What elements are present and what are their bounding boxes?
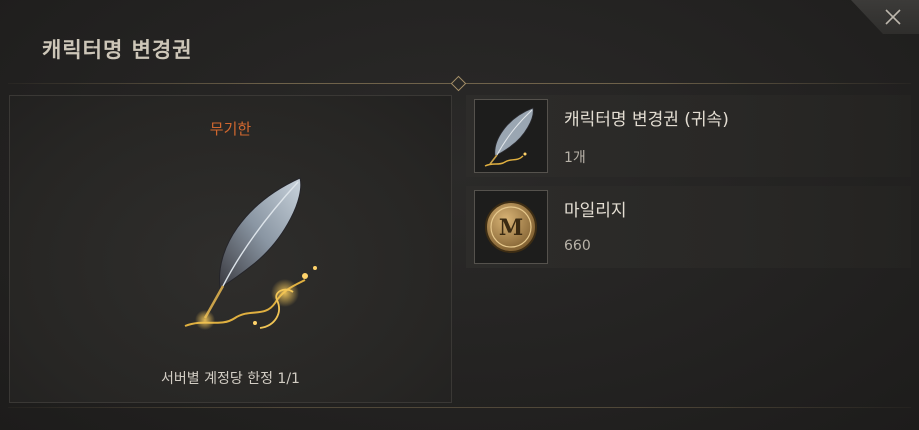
close-button[interactable] <box>851 0 919 34</box>
item-preview-panel: 무기한 서버별 계정당 한정 1/1 <box>9 95 452 403</box>
quill-feather-icon <box>474 99 548 173</box>
coin-letter: M <box>499 215 523 241</box>
dialog-title: 캐릭터명 변경권 <box>42 38 193 62</box>
quill-feather-icon <box>165 168 335 338</box>
item-count: 1개 <box>564 150 586 166</box>
dialog-window: 캐릭터명 변경권 무기한 서버별 계정당 한정 1/1 캐릭터명 변경권 (귀속… <box>0 0 919 430</box>
list-item-mileage[interactable]: M 마일리지 660 <box>466 186 911 268</box>
mileage-coin-icon: M <box>474 190 548 264</box>
rarity-label: 무기한 <box>209 120 252 138</box>
purchase-limit-text: 서버별 계정당 한정 1/1 <box>161 371 300 387</box>
item-name: 캐릭터명 변경권 (귀속) <box>564 110 729 130</box>
item-count: 660 <box>564 238 591 254</box>
list-item-name-change-ticket[interactable]: 캐릭터명 변경권 (귀속) 1개 <box>466 95 911 177</box>
divider-ornament <box>450 75 467 92</box>
item-name: 마일리지 <box>564 201 627 221</box>
footer-divider <box>8 407 911 408</box>
close-icon <box>885 9 901 25</box>
